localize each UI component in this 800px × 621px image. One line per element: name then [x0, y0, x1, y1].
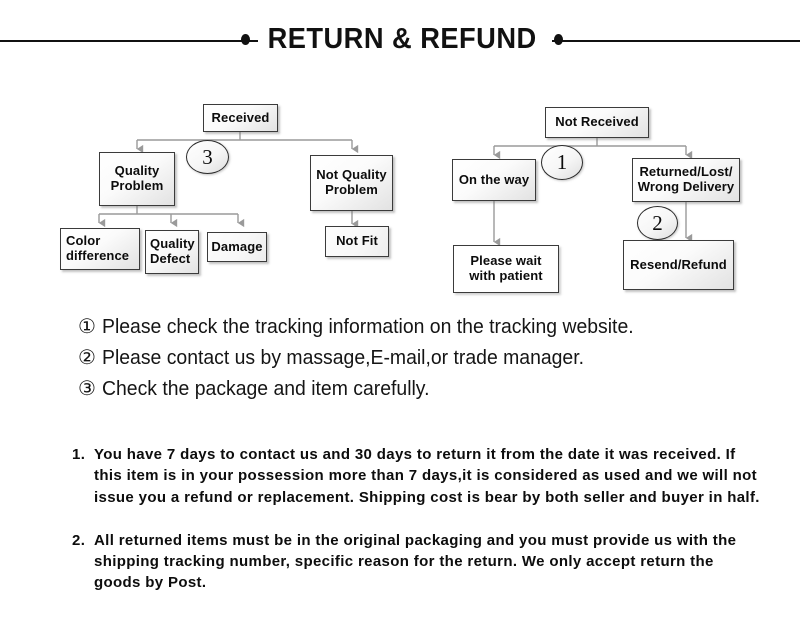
node-damage-label: Damage [211, 238, 263, 254]
node-returned-lost-wrong-delivery[interactable]: Returned/Lost/ Wrong Delivery [632, 158, 740, 202]
note-item: ② Please contact us by massage,E-mail,or… [78, 347, 778, 370]
bullet-dot-icon-right [554, 33, 564, 45]
term-number: 1. [72, 446, 86, 463]
note-text: Please contact us by massage,E-mail,or t… [102, 347, 585, 369]
term-item: 1. You have 7 days to contact us and 30 … [72, 444, 762, 508]
header-rule-left [0, 40, 258, 42]
note-text: Please check the tracking information on… [102, 316, 634, 338]
node-received-label: Received [211, 109, 270, 125]
node-resend-refund[interactable]: Resend/Refund [623, 240, 734, 290]
term-text: You have 7 days to contact us and 30 day… [94, 446, 760, 506]
node-resend-refund-label: Resend/Refund [630, 256, 727, 272]
badge-one-label: 1 [556, 150, 568, 174]
badge-three: 3 [186, 140, 229, 174]
node-not-quality-problem[interactable]: Not Quality Problem [310, 155, 393, 211]
node-please-wait-line1: Please wait [470, 253, 542, 269]
badge-one: 1 [541, 145, 583, 180]
terms-list: 1. You have 7 days to contact us and 30 … [72, 444, 762, 616]
badge-two-label: 2 [652, 210, 663, 235]
node-color-difference-line2: difference [66, 248, 130, 263]
node-not-received-label: Not Received [555, 114, 639, 130]
page-title: RETURN & REFUND [267, 22, 537, 55]
node-quality-defect-line1: Quality [150, 236, 195, 252]
node-quality-defect-line2: Defect [150, 251, 191, 266]
node-not-fit[interactable]: Not Fit [325, 226, 389, 257]
term-text: All returned items must be in the origin… [94, 531, 737, 592]
node-please-wait[interactable]: Please wait with patient [453, 245, 559, 293]
node-on-the-way[interactable]: On the way [452, 159, 536, 201]
badge-two: 2 [637, 206, 678, 240]
node-returned-lost-line1: Returned/Lost/ [639, 164, 733, 180]
note-text: Check the package and item carefully. [102, 378, 430, 400]
node-not-quality-problem-line1: Not Quality [316, 167, 387, 183]
node-on-the-way-label: On the way [458, 171, 530, 187]
node-not-fit-label: Not Fit [336, 233, 378, 249]
node-color-difference-line1: Color [66, 233, 101, 249]
circled-number-icon: ② [78, 347, 96, 369]
node-returned-lost-line2: Wrong Delivery [637, 179, 735, 194]
term-item: 2. All returned items must be in the ori… [72, 530, 762, 594]
bullet-dot-icon-left [240, 33, 250, 45]
term-number: 2. [72, 531, 86, 549]
node-damage[interactable]: Damage [207, 232, 267, 262]
node-not-quality-problem-line2: Problem [325, 182, 378, 197]
node-color-difference[interactable]: Color difference [60, 228, 140, 270]
node-quality-problem-line1: Quality [114, 163, 160, 179]
circled-number-icon: ③ [78, 378, 96, 400]
node-please-wait-line2: with patient [469, 268, 543, 283]
node-quality-defect[interactable]: Quality Defect [145, 230, 199, 274]
page-header: RETURN & REFUND [0, 0, 800, 64]
badge-three-label: 3 [202, 144, 213, 169]
note-item: ③ Check the package and item carefully. [78, 378, 778, 401]
node-quality-problem[interactable]: Quality Problem [99, 152, 175, 206]
node-received[interactable]: Received [203, 104, 278, 132]
header-rule-right [552, 40, 800, 42]
node-quality-problem-line2: Problem [110, 178, 164, 193]
header-title-group: RETURN & REFUND [240, 16, 564, 62]
flowchart: Received 3 Quality Problem Not Quality P… [0, 90, 800, 305]
node-not-received[interactable]: Not Received [545, 107, 649, 138]
circled-number-icon: ① [78, 316, 96, 338]
note-item: ① Please check the tracking information … [78, 316, 778, 339]
numbered-notes: ① Please check the tracking information … [78, 316, 778, 409]
